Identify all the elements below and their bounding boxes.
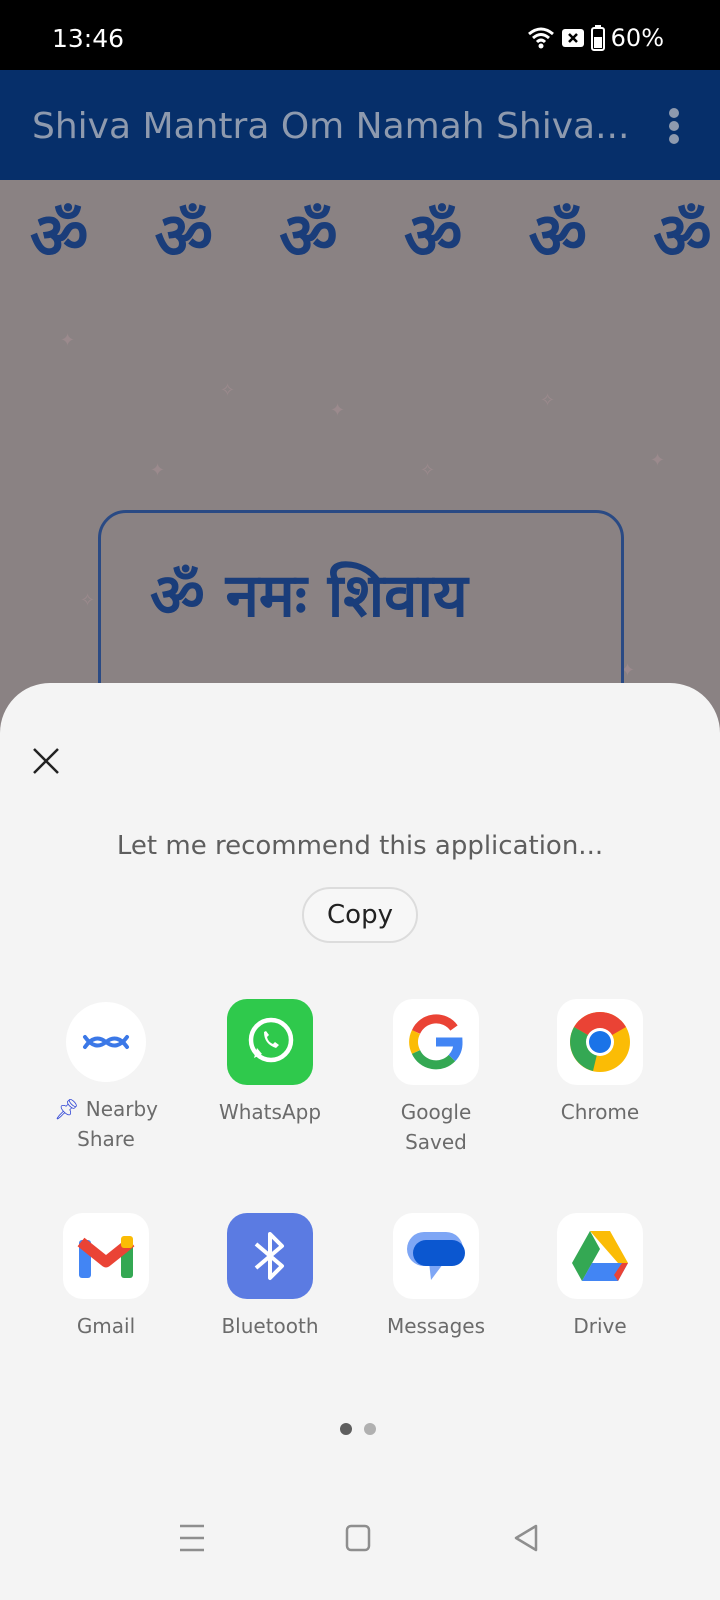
home-button[interactable] — [344, 1524, 372, 1552]
battery-percent: 60% — [610, 24, 664, 52]
nearby-share-icon — [66, 1002, 146, 1082]
more-vert-icon[interactable] — [668, 108, 680, 144]
app-label: Chrome — [560, 1100, 640, 1124]
share-target-nearby-share[interactable]: 📌︎ Nearby Share — [26, 999, 186, 1154]
pin-icon: 📌︎ — [53, 1097, 80, 1121]
app-label: Google Saved — [400, 1100, 472, 1154]
no-sim-icon — [561, 29, 584, 47]
messages-icon — [393, 1213, 479, 1299]
page-indicator — [340, 1423, 376, 1435]
wifi-icon — [527, 27, 554, 49]
bluetooth-icon — [227, 1213, 313, 1299]
share-target-drive[interactable]: Drive — [520, 1213, 680, 1341]
share-target-gmail[interactable]: Gmail — [26, 1213, 186, 1341]
mantra-text: ॐ नमः शिवाय — [150, 561, 468, 631]
page-dot-active — [340, 1423, 352, 1435]
app-label: Nearby Share — [77, 1097, 159, 1151]
copy-button[interactable]: Copy — [302, 887, 418, 943]
app-label: Gmail — [76, 1314, 136, 1338]
drive-icon — [557, 1213, 643, 1299]
share-text: Let me recommend this application... — [116, 831, 604, 861]
share-target-whatsapp[interactable]: WhatsApp — [190, 999, 350, 1127]
chrome-icon — [557, 999, 643, 1085]
back-button[interactable] — [512, 1524, 540, 1552]
google-icon — [393, 999, 479, 1085]
app-label: Drive — [573, 1314, 627, 1338]
app-content-image: ✦ ✧ ✦ ✧ ✦ ✧ ✦ ✧ ✦ ॐ ॐ ॐ ॐ ॐ ॐ ॐ ॐ नमः शि… — [0, 180, 720, 740]
app-title: Shiva Mantra Om Namah Shiva... — [32, 106, 630, 147]
status-time: 13:46 — [52, 24, 125, 53]
nav-bar — [0, 1500, 720, 1600]
share-target-google-saved[interactable]: Google Saved — [356, 999, 516, 1157]
share-target-messages[interactable]: Messages — [356, 1213, 516, 1341]
status-icons: 60% — [527, 24, 664, 52]
page-dot[interactable] — [364, 1423, 376, 1435]
share-sheet: Let me recommend this application... Cop… — [0, 683, 720, 1600]
status-bar: 13:46 60% — [0, 0, 720, 70]
battery-icon — [590, 25, 605, 51]
close-icon[interactable] — [30, 745, 62, 777]
app-bar: Shiva Mantra Om Namah Shiva... — [0, 70, 720, 180]
gmail-icon — [63, 1213, 149, 1299]
share-target-bluetooth[interactable]: Bluetooth — [190, 1213, 350, 1341]
app-label: Messages — [386, 1314, 486, 1338]
om-symbols-row: ॐ ॐ ॐ ॐ ॐ ॐ ॐ — [30, 200, 720, 274]
app-label: WhatsApp — [218, 1100, 322, 1124]
recents-button[interactable] — [178, 1524, 206, 1552]
app-label: Bluetooth — [221, 1314, 319, 1338]
share-target-chrome[interactable]: Chrome — [520, 999, 680, 1127]
whatsapp-icon — [227, 999, 313, 1085]
